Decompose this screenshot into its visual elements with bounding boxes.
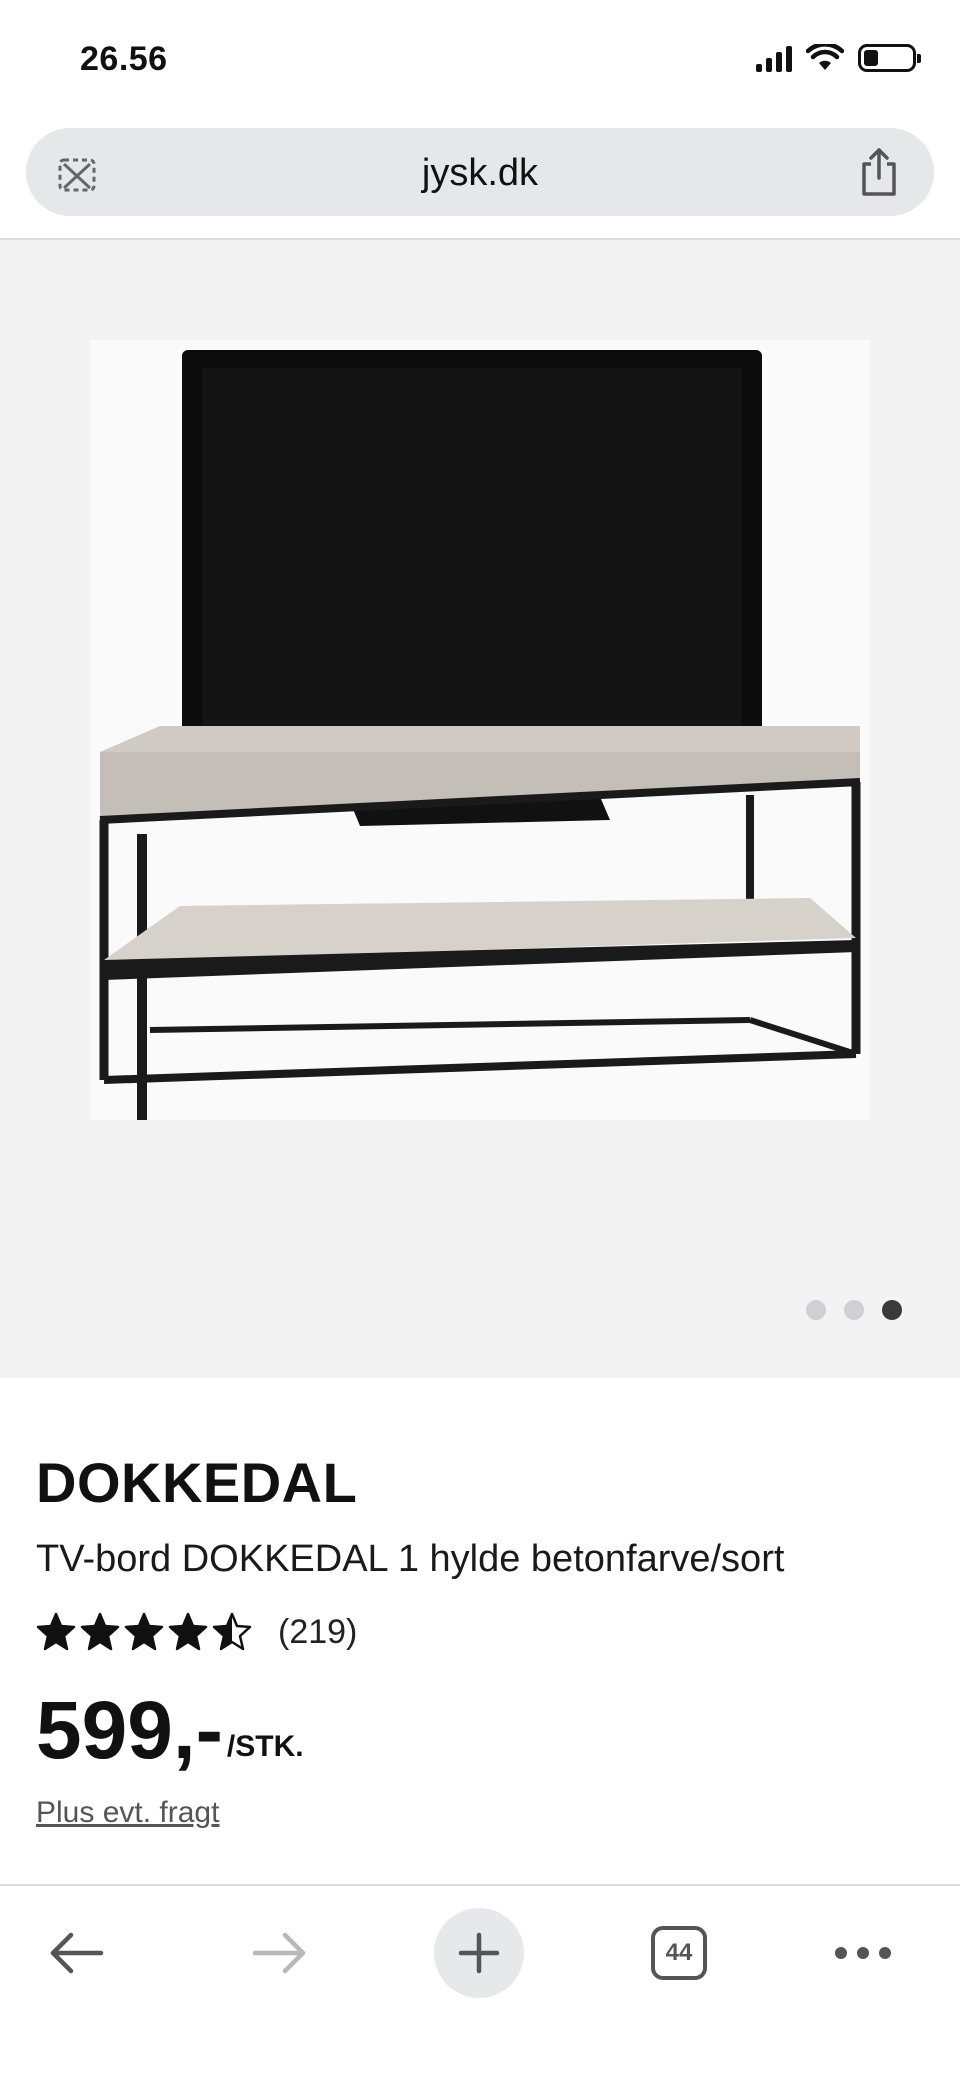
product-gallery[interactable] (0, 240, 960, 1378)
price-value: 599,- (36, 1685, 223, 1776)
product-rating[interactable]: (219) (36, 1612, 357, 1652)
new-tab-button[interactable] (434, 1908, 524, 1998)
star-icon (124, 1612, 164, 1651)
price-row: 599,- /STK. (36, 1690, 304, 1772)
share-icon[interactable] (856, 146, 902, 198)
signal-icon (756, 44, 792, 72)
battery-icon (858, 44, 921, 72)
star-icon (36, 1612, 76, 1651)
star-icon (80, 1612, 120, 1651)
gallery-dot[interactable] (806, 1300, 826, 1320)
more-dots-icon (835, 1947, 891, 1959)
star-icon (168, 1612, 208, 1651)
price-unit: /STK. (226, 1730, 304, 1763)
gallery-dot[interactable] (844, 1300, 864, 1320)
wifi-icon (806, 44, 844, 70)
forward-button[interactable] (234, 1908, 324, 1998)
product-brand: DOKKEDAL (36, 1451, 358, 1514)
back-button[interactable] (32, 1908, 122, 1998)
star-icon (212, 1612, 252, 1651)
status-time: 26.56 (80, 40, 168, 78)
url-domain[interactable]: jysk.dk (26, 152, 934, 195)
status-bar: 26.56 (0, 0, 960, 122)
gallery-dot[interactable] (882, 1300, 902, 1320)
review-count[interactable]: (219) (278, 1613, 357, 1652)
status-icons (756, 44, 921, 72)
more-button[interactable] (818, 1908, 908, 1998)
browser-toolbar: 44 (0, 1886, 960, 2078)
gallery-dots[interactable] (806, 1300, 902, 1320)
tab-count: 44 (651, 1926, 707, 1980)
product-name: TV-bord DOKKEDAL 1 hylde betonfarve/sort (36, 1538, 785, 1580)
rating-stars[interactable] (36, 1612, 252, 1652)
arrow-left-icon (50, 1932, 104, 1974)
product-image[interactable] (90, 340, 870, 1120)
arrow-right-icon (252, 1932, 306, 1974)
tabs-button[interactable]: 44 (634, 1908, 724, 1998)
url-bar[interactable]: jysk.dk (26, 128, 934, 216)
shipping-note-link[interactable]: Plus evt. fragt (36, 1796, 219, 1830)
plus-icon (458, 1932, 500, 1974)
